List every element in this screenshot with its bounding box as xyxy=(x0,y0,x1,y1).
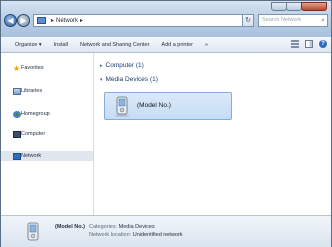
explorer-window: ◀ ▶ ▸ Network ▸ ↻ Search Network ⌕ Organ… xyxy=(0,0,332,247)
nav-label: Homegroup xyxy=(21,111,50,117)
media-device-tile[interactable]: (Model No.) xyxy=(104,92,232,120)
nav-item-favorites[interactable]: ★ Favorites xyxy=(1,63,93,73)
libraries-icon xyxy=(13,87,21,95)
more-commands-icon[interactable]: » xyxy=(199,42,214,48)
forward-button[interactable]: ▶ xyxy=(17,14,30,27)
collapse-caret-icon: ▾ xyxy=(100,76,103,83)
nav-item-computer[interactable]: Computer xyxy=(1,129,93,139)
content-pane: ▸ Computer (1) ▾ Media Devices (1) (Mode… xyxy=(94,53,331,215)
media-device-icon xyxy=(115,96,129,117)
group-header-computer[interactable]: ▸ Computer (1) xyxy=(100,62,144,69)
details-pane: (Model No.) Categories: Media Devices Ne… xyxy=(1,215,331,247)
address-bar[interactable]: ▸ Network ▸ xyxy=(33,14,243,27)
network-icon xyxy=(13,152,21,160)
breadcrumb-network[interactable]: Network xyxy=(56,18,78,24)
refresh-button[interactable]: ↻ xyxy=(243,14,254,27)
search-icon: ⌕ xyxy=(321,17,325,24)
group-label: Computer (1) xyxy=(105,62,144,69)
nav-label: Network xyxy=(21,153,42,159)
back-arrow-icon: ◀ xyxy=(7,16,14,25)
device-name: (Model No.) xyxy=(137,102,171,109)
navigation-pane: ★ Favorites Libraries Homegroup Computer… xyxy=(1,53,94,215)
network-sharing-center-button[interactable]: Network and Sharing Center xyxy=(74,42,155,48)
change-view-icon[interactable] xyxy=(291,40,299,48)
search-placeholder: Search Network xyxy=(262,17,302,23)
details-categories: Categories: Media Devices xyxy=(89,224,155,230)
organize-button[interactable]: Organize ▾ xyxy=(1,42,48,48)
categories-label: Categories: xyxy=(89,224,118,230)
window-controls xyxy=(271,2,327,11)
minimize-button[interactable] xyxy=(271,2,287,11)
breadcrumb-separator: ▸ xyxy=(51,18,55,24)
nav-item-homegroup[interactable]: Homegroup xyxy=(1,109,93,119)
title-bar: ◀ ▶ ▸ Network ▸ ↻ Search Network ⌕ xyxy=(1,1,331,37)
group-label: Media Devices (1) xyxy=(105,76,158,83)
maximize-button[interactable] xyxy=(286,2,302,11)
nav-label: Libraries xyxy=(21,88,43,94)
categories-value: Media Devices xyxy=(118,224,155,230)
nav-item-libraries[interactable]: Libraries xyxy=(1,86,93,96)
install-button[interactable]: Install xyxy=(48,42,74,48)
breadcrumb-chevron-icon[interactable]: ▸ xyxy=(80,17,83,24)
preview-pane-icon[interactable] xyxy=(305,40,313,48)
computer-icon xyxy=(13,130,21,138)
add-printer-button[interactable]: Add a printer xyxy=(155,42,199,48)
details-network-location: Network location: Unidentified network xyxy=(89,232,183,238)
star-icon: ★ xyxy=(13,63,21,73)
expand-caret-icon: ▸ xyxy=(100,62,103,69)
nav-item-network[interactable]: Network xyxy=(1,151,93,161)
back-button[interactable]: ◀ xyxy=(4,14,17,27)
search-input[interactable]: Search Network ⌕ xyxy=(258,14,328,27)
media-device-icon xyxy=(27,222,39,241)
homegroup-icon xyxy=(13,110,21,118)
network-icon xyxy=(37,17,46,24)
organize-label: Organize xyxy=(15,41,38,48)
forward-arrow-icon: ▶ xyxy=(20,16,27,25)
details-device-name: (Model No.) xyxy=(55,224,85,230)
location-value: Unidentified network xyxy=(132,232,183,238)
refresh-icon: ↻ xyxy=(245,17,251,24)
close-button[interactable] xyxy=(301,2,327,11)
nav-label: Computer xyxy=(21,131,46,137)
nav-label: Favorites xyxy=(21,65,44,71)
help-icon[interactable]: ? xyxy=(319,40,327,48)
group-header-media-devices[interactable]: ▾ Media Devices (1) xyxy=(100,76,158,83)
location-label: Network location: xyxy=(89,232,132,238)
command-bar: Organize ▾ Install Network and Sharing C… xyxy=(1,37,331,53)
view-controls: ? xyxy=(285,40,327,48)
